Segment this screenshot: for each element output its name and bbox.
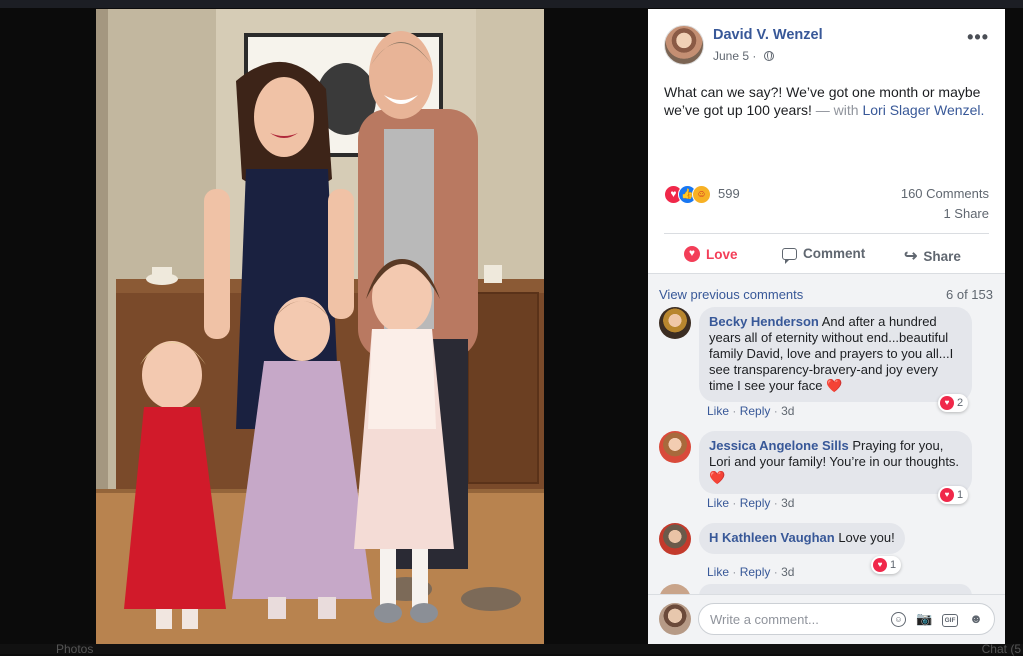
comments-count[interactable]: 160 Comments: [901, 186, 989, 201]
background-bottom-strip: Photos Chat (5: [0, 642, 1023, 656]
comment-time[interactable]: 3d: [781, 496, 794, 510]
gif-icon[interactable]: GIF: [942, 614, 958, 627]
comments-page-count: 6 of 153: [946, 287, 993, 302]
camera-icon[interactable]: 📷: [916, 611, 932, 627]
comment-reaction-count: 1: [957, 489, 964, 501]
commenter-avatar[interactable]: [659, 307, 691, 339]
comment-actions: Like · Reply · 3d: [707, 404, 795, 418]
comment-composer: Write a comment... ☺ 📷 GIF ☻: [648, 594, 1005, 644]
post-meta: June 5 ·: [713, 49, 774, 63]
post-header: David V. Wenzel June 5 · •••: [664, 25, 989, 69]
love-reaction-icon: [940, 396, 954, 410]
commenter-avatar[interactable]: [659, 523, 691, 555]
reaction-summary: ♥ 👍 ☺ 599 160 Comments 1 Share: [664, 183, 989, 227]
commenter-name[interactable]: Jessica Angelone Sills: [709, 438, 849, 453]
shares-count[interactable]: 1 Share: [943, 206, 989, 221]
view-previous-comments-link[interactable]: View previous comments: [659, 287, 803, 302]
more-icon[interactable]: •••: [967, 27, 989, 48]
sticker-icon[interactable]: ☻: [968, 611, 984, 627]
author-name[interactable]: David V. Wenzel: [713, 27, 823, 43]
comment-actions: Like · Reply · 3d: [707, 496, 795, 510]
love-button-label: Love: [706, 246, 738, 262]
comment-button[interactable]: Comment: [782, 246, 866, 264]
comment-button-label: Comment: [803, 246, 866, 261]
comment-reaction-badge[interactable]: 1: [871, 556, 902, 574]
comment-reply-link[interactable]: Reply: [740, 496, 771, 510]
post-date[interactable]: June 5 ·: [713, 49, 756, 63]
post-text-with: — with: [815, 102, 859, 118]
post-panel: David V. Wenzel June 5 · ••• What can we…: [648, 9, 1005, 644]
commenter-name[interactable]: H Kathleen Vaughan: [709, 530, 835, 545]
comment-time[interactable]: 3d: [781, 565, 794, 579]
emoji-icon[interactable]: ☺: [891, 612, 906, 627]
comment-reaction-badge[interactable]: 2: [938, 394, 969, 412]
comment-text: Love you!: [838, 530, 895, 545]
comment-reply-link[interactable]: Reply: [740, 565, 771, 579]
comment-bubble: H Kathleen Vaughan Love you!: [699, 523, 905, 554]
share-button[interactable]: ↪ Share: [904, 246, 961, 266]
share-icon: ↪: [904, 248, 918, 265]
comments-section: View previous comments 6 of 153 Becky He…: [648, 274, 1005, 616]
love-button[interactable]: ♥ Love: [684, 246, 738, 262]
comment-actions: Like · Reply · 3d: [707, 565, 795, 579]
comment-reaction-count: 2: [957, 397, 964, 409]
comment-item: Jessica Angelone Sills Praying for you, …: [659, 431, 999, 521]
post-photo[interactable]: [96, 9, 544, 644]
love-reaction-icon: [873, 558, 887, 572]
tagged-user-link[interactable]: Lori Slager Wenzel.: [862, 102, 984, 118]
comment-like-link[interactable]: Like: [707, 404, 729, 418]
globe-icon: [763, 51, 774, 61]
comment-icon: [782, 247, 797, 264]
comment-bubble: Jessica Angelone Sills Praying for you, …: [699, 431, 972, 494]
care-reaction-icon: ☺: [692, 185, 711, 204]
heart-emoji-icon: ❤️: [709, 470, 726, 485]
comment-input[interactable]: Write a comment... ☺ 📷 GIF ☻: [698, 603, 995, 635]
action-bar: ♥ Love Comment ↪ Share: [664, 233, 989, 276]
share-button-label: Share: [923, 248, 961, 264]
post-text: What can we say?! We’ve got one month or…: [664, 83, 994, 119]
comment-like-link[interactable]: Like: [707, 496, 729, 510]
comment-bubble: Becky Henderson And after a hundred year…: [699, 307, 972, 402]
background-nav-strip: [0, 0, 1023, 8]
comment-reply-link[interactable]: Reply: [740, 404, 771, 418]
comment-like-link[interactable]: Like: [707, 565, 729, 579]
comment-item: Becky Henderson And after a hundred year…: [659, 307, 999, 422]
comment-reaction-count: 1: [890, 559, 897, 571]
comment-item: H Kathleen Vaughan Love you! 1 Like · Re…: [659, 523, 999, 583]
commenter-name[interactable]: Becky Henderson: [709, 314, 819, 329]
current-user-avatar: [659, 603, 691, 635]
heart-emoji-icon: ❤️: [826, 378, 843, 393]
author-avatar[interactable]: [664, 25, 704, 65]
comment-input-placeholder: Write a comment...: [710, 612, 819, 627]
love-icon: ♥: [684, 246, 700, 262]
comment-time[interactable]: 3d: [781, 404, 794, 418]
reaction-count[interactable]: 599: [718, 186, 740, 201]
commenter-avatar[interactable]: [659, 431, 691, 463]
love-reaction-icon: [940, 488, 954, 502]
comment-reaction-badge[interactable]: 1: [938, 486, 969, 504]
